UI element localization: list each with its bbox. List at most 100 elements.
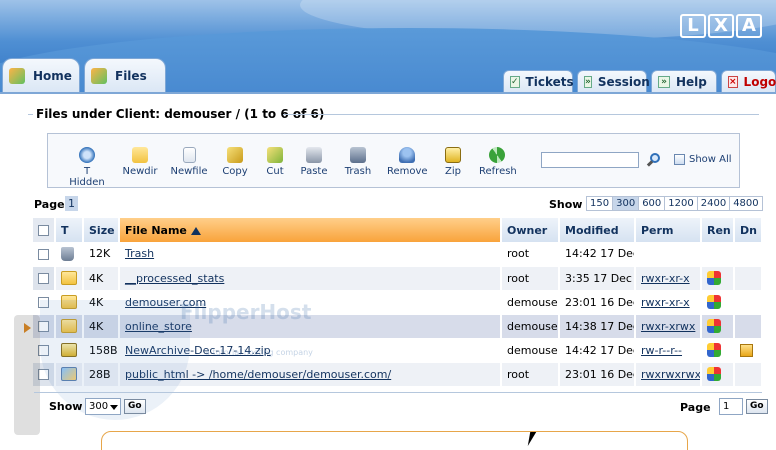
show-label: Show	[549, 198, 583, 211]
modified-cell: 23:01 16 Dec	[559, 362, 636, 387]
header-owner[interactable]: Owner	[501, 218, 560, 242]
cut-button[interactable]: Cut	[263, 147, 287, 177]
perm-link[interactable]: rwxrwxrwx	[641, 368, 699, 381]
tab-session-label: Session	[597, 74, 650, 89]
show-option-4800[interactable]: 4800	[730, 196, 763, 211]
perm-link[interactable]: rwxr-xrwx	[641, 320, 695, 333]
page-title: Files under Client: demouser / (1 to 6 o…	[36, 107, 325, 121]
file-link[interactable]: Trash	[125, 247, 154, 260]
bottom-show-label: Show	[49, 400, 83, 413]
tab-session[interactable]: » Session	[577, 70, 650, 92]
row-checkbox[interactable]	[38, 248, 49, 260]
trash-icon	[350, 147, 366, 163]
rename-icon[interactable]	[707, 367, 721, 381]
trash-label: Trash	[344, 166, 372, 177]
dn-cell	[734, 290, 763, 315]
refresh-button[interactable]: Refresh	[479, 147, 517, 177]
perm-link[interactable]: rw-r--r--	[641, 344, 682, 357]
zip-button[interactable]: Zip	[442, 147, 464, 177]
search-input[interactable]	[541, 152, 639, 168]
perm-link[interactable]: rwxr-xr-x	[641, 296, 690, 309]
table-footer-divider	[34, 392, 762, 393]
tab-tickets-label: Tickets	[525, 74, 574, 89]
watermark-title: FlipperHost	[180, 300, 312, 324]
perm-link[interactable]: rwxr-xr-x	[641, 272, 690, 285]
trash-button[interactable]: Trash	[343, 147, 373, 177]
perm-cell: rwxr-xr-x	[635, 266, 702, 291]
remove-button[interactable]: Remove	[387, 147, 428, 177]
page-input[interactable]: 1	[719, 398, 743, 415]
perm-cell: rwxr-xr-x	[635, 290, 702, 315]
tab-tickets[interactable]: ✓ Tickets	[503, 70, 574, 92]
toggle-hidden-button[interactable]: T Hidden	[66, 147, 108, 188]
ren-cell	[701, 314, 735, 339]
row-select-cell	[33, 266, 56, 291]
perm-cell: rwxrwxrwx	[635, 362, 702, 387]
show-option-1200[interactable]: 1200	[665, 196, 698, 211]
show-go-button[interactable]: Go	[124, 399, 146, 414]
copy-icon	[227, 147, 243, 163]
show-option-600[interactable]: 600	[639, 196, 666, 211]
select-all-checkbox[interactable]	[38, 225, 49, 236]
page-number-1[interactable]: 1	[65, 196, 78, 211]
type-cell	[55, 266, 84, 291]
table-row: 4K __processed_stats root 3:35 17 Dec rw…	[33, 266, 763, 291]
paste-icon	[306, 147, 322, 163]
rename-icon[interactable]	[707, 295, 721, 309]
perm-cell	[635, 242, 702, 267]
paste-button[interactable]: Paste	[299, 147, 329, 177]
sort-ascending-icon	[190, 226, 201, 235]
owner-cell: root	[501, 362, 560, 387]
session-icon: »	[584, 75, 592, 88]
folder-icon	[61, 271, 77, 285]
show-option-2400[interactable]: 2400	[697, 196, 731, 211]
tab-files[interactable]: Files	[84, 58, 166, 92]
toggle-hidden-icon	[79, 147, 95, 163]
newfile-button[interactable]: Newfile	[170, 147, 208, 177]
show-option-300[interactable]: 300	[613, 196, 640, 211]
copy-button[interactable]: Copy	[220, 147, 250, 177]
row-checkbox[interactable]	[38, 273, 49, 284]
tab-home[interactable]: Home	[2, 58, 80, 92]
watermark-server-graphic	[14, 315, 40, 435]
select-all-cell	[33, 218, 56, 242]
header-perm[interactable]: Perm	[635, 218, 702, 242]
show-all-button[interactable]: Show All	[674, 154, 732, 165]
size-cell: 4K	[83, 266, 120, 291]
tab-help[interactable]: » Help	[651, 70, 717, 92]
owner-cell: demouser	[501, 338, 560, 363]
show-option-150[interactable]: 150	[586, 196, 614, 211]
zip-icon	[445, 147, 461, 163]
tab-logout[interactable]: × Logou	[721, 70, 776, 92]
ren-cell	[701, 242, 735, 267]
rename-icon[interactable]	[707, 319, 721, 333]
chevron-down-icon	[110, 405, 118, 410]
show-count-select[interactable]: 300	[85, 398, 121, 415]
page-go-button[interactable]: Go	[746, 399, 768, 414]
header-size[interactable]: Size	[83, 218, 120, 242]
header-dn: Dn	[734, 218, 763, 242]
ren-cell	[701, 362, 735, 387]
dn-cell	[734, 314, 763, 339]
header-type[interactable]: T	[55, 218, 84, 242]
file-link[interactable]: __processed_stats	[125, 272, 224, 285]
refresh-label: Refresh	[479, 166, 517, 177]
owner-cell: root	[501, 266, 560, 291]
header-file-name[interactable]: File Name	[119, 218, 502, 242]
newdir-button[interactable]: Newdir	[122, 147, 158, 177]
remove-icon	[399, 147, 415, 163]
search-button[interactable]	[646, 152, 662, 168]
header-modified[interactable]: Modified	[559, 218, 636, 242]
modified-cell: 3:35 17 Dec	[559, 266, 636, 291]
cut-icon	[267, 147, 283, 163]
rename-icon[interactable]	[707, 343, 721, 357]
row-select-cell	[33, 242, 56, 267]
download-icon[interactable]	[740, 343, 753, 357]
show-count-options: 150 300 600 1200 2400 4800	[586, 196, 763, 211]
type-cell	[55, 242, 84, 267]
rename-icon[interactable]	[707, 271, 721, 285]
new-file-icon	[182, 147, 196, 163]
show-all-label: Show All	[689, 154, 732, 165]
zip-label: Zip	[445, 166, 461, 177]
dn-cell	[734, 338, 763, 363]
